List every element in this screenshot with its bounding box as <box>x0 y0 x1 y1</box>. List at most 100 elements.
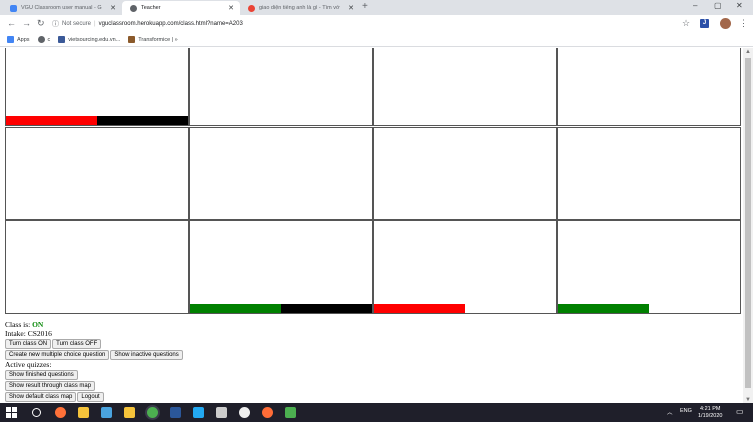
class-map-seat <box>557 127 741 220</box>
bookmark-label: Apps <box>17 36 30 43</box>
windows-taskbar: ︿ ENG 4:21 PM 1/19/2020 ▭ <box>0 403 753 422</box>
class-map-seat <box>373 127 557 220</box>
turn-class-on-button[interactable]: Turn class ON <box>5 339 52 349</box>
word-icon[interactable] <box>170 407 181 418</box>
answer-bar-segment <box>558 304 649 313</box>
bookmark-c[interactable]: c <box>37 36 51 43</box>
tab-teacher[interactable]: Teacher ✕ <box>122 1 240 15</box>
bookmark-transformice[interactable]: Transformice | » <box>128 36 178 43</box>
browser-toolbar: ← → ↻ ⓘ Not secure | vguclassroom.heroku… <box>0 15 753 33</box>
windows-start-icon[interactable] <box>6 407 17 418</box>
bookmark-vietsourcing[interactable]: vietsourcing.edu.vn... <box>58 36 120 43</box>
class-controls: Class is: ON Intake: CS2016 Turn class O… <box>5 320 184 402</box>
extension-icon[interactable]: J <box>700 19 709 28</box>
site-icon <box>37 36 45 43</box>
facebook-icon <box>58 36 66 43</box>
seat-answer-bar <box>558 304 740 313</box>
intake-label: Intake: <box>5 329 26 338</box>
class-status-value: ON <box>32 320 44 329</box>
bookmark-label: c <box>47 36 51 43</box>
scroll-up-icon[interactable]: ▲ <box>745 49 751 55</box>
store-icon[interactable] <box>124 407 135 418</box>
profile-avatar[interactable] <box>720 18 731 29</box>
notification-icon[interactable]: ▭ <box>736 407 744 416</box>
logout-button[interactable]: Logout <box>77 392 104 402</box>
bookmarks-bar: Apps c vietsourcing.edu.vn... Transformi… <box>0 33 753 47</box>
apps-grid-icon <box>7 36 14 43</box>
tab-google-search[interactable]: giao diện tiếng anh là gì - Tìm vớ ✕ <box>240 1 360 15</box>
clock-date: 1/19/2020 <box>698 413 723 419</box>
unity-icon[interactable] <box>239 407 250 418</box>
bookmark-star-icon[interactable]: ☆ <box>682 18 690 29</box>
seat-answer-bar <box>190 304 372 313</box>
language-indicator[interactable]: ENG <box>680 408 692 414</box>
address-bar[interactable]: ⓘ Not secure | vguclassroom.herokuapp.co… <box>52 17 692 31</box>
class-status-label: Class is: <box>5 320 31 329</box>
answer-bar-segment <box>190 304 281 313</box>
close-icon[interactable]: ✕ <box>228 4 234 12</box>
scrollbar-thumb[interactable] <box>745 58 751 388</box>
window-close-button[interactable]: ✕ <box>736 1 743 10</box>
show-inactive-questions-button[interactable]: Show inactive questions <box>110 350 183 360</box>
chevron-up-icon[interactable]: ︿ <box>667 408 673 416</box>
page-scrollbar[interactable]: ▲ ▼ <box>743 48 753 403</box>
answer-bar-segment <box>281 304 372 313</box>
search-icon[interactable] <box>32 408 41 417</box>
minimize-button[interactable]: – <box>693 1 697 10</box>
close-icon[interactable]: ✕ <box>348 4 354 12</box>
class-map-seat <box>557 220 741 314</box>
browser-tab-strip: VGU Classroom user manual - G ✕ Teacher … <box>0 0 753 15</box>
postman-icon[interactable] <box>262 407 273 418</box>
class-map-seat <box>5 127 189 220</box>
class-map-seat <box>189 127 373 220</box>
create-mcq-button[interactable]: Create new multiple choice question <box>5 350 110 360</box>
url-text: vguclassroom.herokuapp.com/class.html?na… <box>98 21 243 27</box>
active-quizzes-label: Active quizzes: <box>5 360 52 369</box>
kebab-menu-icon[interactable]: ⋮ <box>739 18 748 29</box>
class-map-seat <box>5 220 189 314</box>
class-map-grid <box>5 48 741 318</box>
turn-class-off-button[interactable]: Turn class OFF <box>52 339 102 349</box>
vscode-icon[interactable] <box>193 407 204 418</box>
show-result-class-map-button[interactable]: Show result through class map <box>5 381 96 391</box>
file-explorer-icon[interactable] <box>78 407 89 418</box>
tab-title: Teacher <box>141 5 161 11</box>
class-map-seat <box>189 220 373 314</box>
reload-icon[interactable]: ↻ <box>37 18 45 29</box>
answer-bar-segment <box>374 304 465 313</box>
media-icon[interactable] <box>101 407 112 418</box>
maximize-button[interactable]: ▢ <box>714 1 722 10</box>
chrome-icon[interactable] <box>147 407 158 418</box>
new-tab-button[interactable]: + <box>362 1 368 12</box>
url-separator: | <box>94 21 96 27</box>
class-status-line: Class is: ON <box>5 320 184 329</box>
bookmark-label: vietsourcing.edu.vn... <box>68 36 121 43</box>
seat-answer-bar <box>374 304 556 313</box>
answer-bar-segment <box>97 116 188 125</box>
app-icon[interactable] <box>216 407 227 418</box>
class-map-seat <box>5 48 189 126</box>
info-icon: ⓘ <box>52 21 59 28</box>
show-finished-questions-button[interactable]: Show finished questions <box>5 370 78 380</box>
tab-vgu-manual[interactable]: VGU Classroom user manual - G ✕ <box>2 1 122 15</box>
bookmark-apps[interactable]: Apps <box>7 36 30 43</box>
security-label: Not secure <box>62 21 92 27</box>
back-arrow-icon[interactable]: ← <box>7 18 16 28</box>
answer-bar-segment <box>6 116 97 125</box>
tab-title: VGU Classroom user manual - G <box>21 5 102 11</box>
page-content: Class is: ON Intake: CS2016 Turn class O… <box>0 48 743 403</box>
intake-value: CS2016 <box>27 329 52 338</box>
google-icon <box>248 4 255 12</box>
clock-time: 4:21 PM <box>699 406 721 412</box>
firefox-icon[interactable] <box>55 407 66 418</box>
seat-answer-bar <box>6 116 188 125</box>
sourcetree-icon[interactable] <box>285 407 296 418</box>
show-default-class-map-button[interactable]: Show default class map <box>5 392 77 402</box>
clock[interactable]: 4:21 PM 1/19/2020 <box>698 406 722 420</box>
forward-arrow-icon[interactable]: → <box>22 18 31 28</box>
close-icon[interactable]: ✕ <box>110 4 116 12</box>
bookmark-label: Transformice | » <box>138 36 178 43</box>
class-map-seat <box>557 48 741 126</box>
intake-line: Intake: CS2016 <box>5 329 184 338</box>
docs-icon <box>10 4 17 12</box>
